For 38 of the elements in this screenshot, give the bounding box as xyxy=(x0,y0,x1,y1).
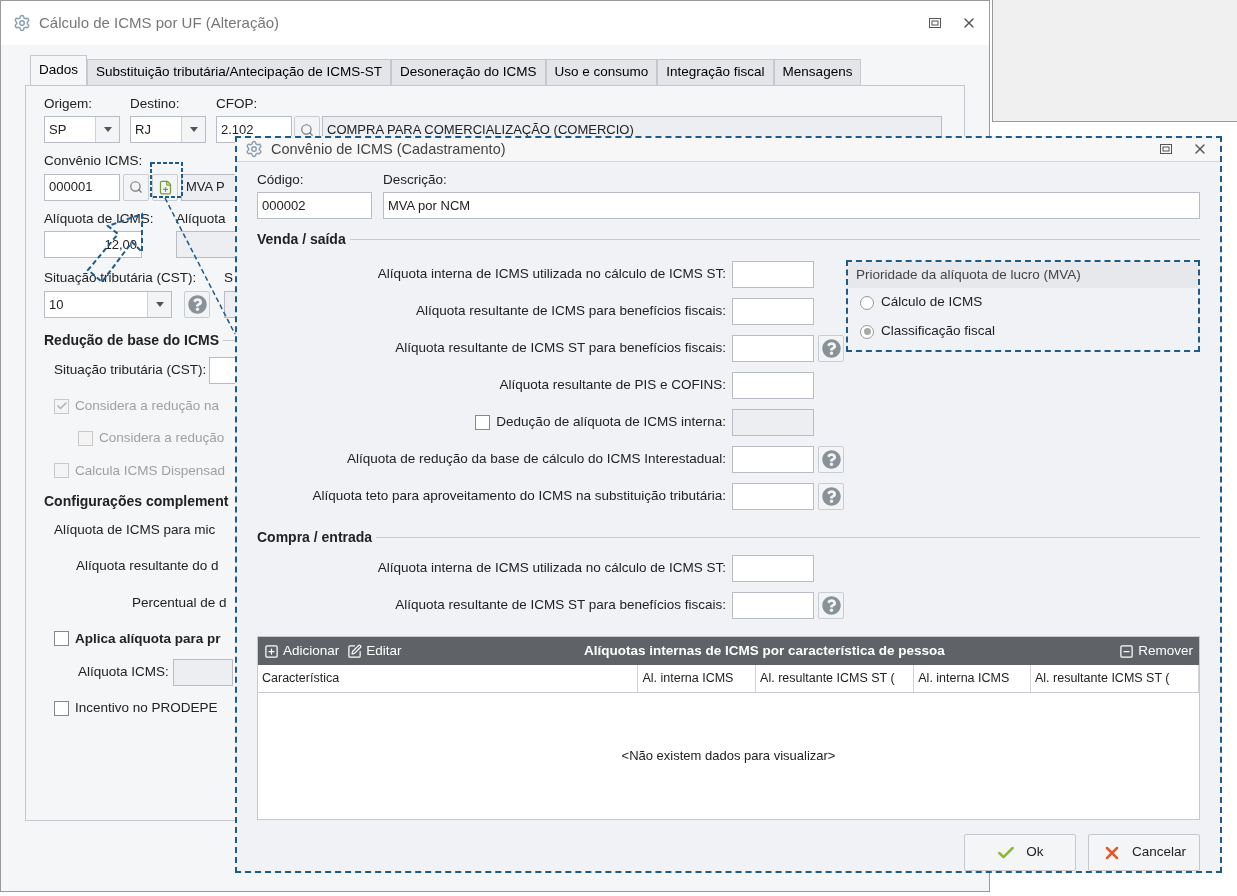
checkbox-label: Considera a redução xyxy=(99,429,225,448)
field-label: Alíquota de ICMS para mic xyxy=(53,521,216,539)
field-label: Código: xyxy=(257,170,305,189)
field-label: Alíquota resultante de ICMS para benefícios fiscais: xyxy=(416,302,726,321)
group-title: Prioridade da alíquota de lucro (MVA) xyxy=(856,265,1081,284)
field-label: Percentual de d xyxy=(131,593,227,612)
field-label: Alíquota de redução da base de cálculo do ICMS Interestadual: xyxy=(347,450,726,469)
field-label: Alíquota teto para aproveitamento do ICMS na substituição tributária: xyxy=(312,487,726,506)
section-heading: Venda / saída xyxy=(257,230,346,249)
section-heading: Configurações complement xyxy=(44,492,229,509)
field-label: Descrição: xyxy=(383,170,448,189)
checkbox-label: Calcula ICMS Dispensad xyxy=(75,461,226,480)
field-label: Alíquota resultante de ICMS ST para benefícios fiscais: xyxy=(395,596,726,615)
field-label: Dedução de alíquota de ICMS interna: xyxy=(496,413,726,432)
field-label: Alíquota resultante do d xyxy=(75,557,219,576)
field-label: Alíquota ICMS: xyxy=(78,663,169,682)
checkbox-label: Aplica alíquota para pr xyxy=(75,629,221,648)
radio-label: Cálculo de ICMS xyxy=(881,293,983,312)
field-label: Origem: xyxy=(44,95,93,113)
field-label: Convênio ICMS: xyxy=(44,152,144,171)
field-label: Situação tributária (CST): xyxy=(54,361,207,380)
field-label: Alíquota resultante de PIS e COFINS: xyxy=(499,376,726,395)
field-label: Situação tributária (CST): xyxy=(44,268,198,287)
checkbox-label: Incentivo no PRODEPE xyxy=(75,699,218,717)
window-title: Cálculo de ICMS por UF (Alteração) xyxy=(39,12,280,33)
field-label: Destino: xyxy=(130,95,181,113)
field-label: Alíquota interna de ICMS utilizada no cálculo de ICMS ST: xyxy=(377,265,726,284)
field-label: S xyxy=(224,268,234,287)
field-label: Alíquota resultante de ICMS ST para benefícios fiscais: xyxy=(395,339,726,358)
checkbox-label: Considera a redução na xyxy=(75,397,220,415)
radio-label: Classificação fiscal xyxy=(881,322,996,341)
section-heading: Compra / entrada xyxy=(257,528,373,547)
table-title: Alíquotas internas de ICMS por característica de pessoa xyxy=(582,641,946,660)
field-label: Alíquota interna de ICMS utilizada no cálculo de ICMS ST: xyxy=(377,559,726,578)
section-heading: Redução de base do ICMS xyxy=(44,331,220,350)
empty-message: <Não existem dados para visualizar> xyxy=(621,747,836,766)
field-label: CFOP: xyxy=(216,95,259,113)
field-label: Alíquota xyxy=(176,209,227,228)
